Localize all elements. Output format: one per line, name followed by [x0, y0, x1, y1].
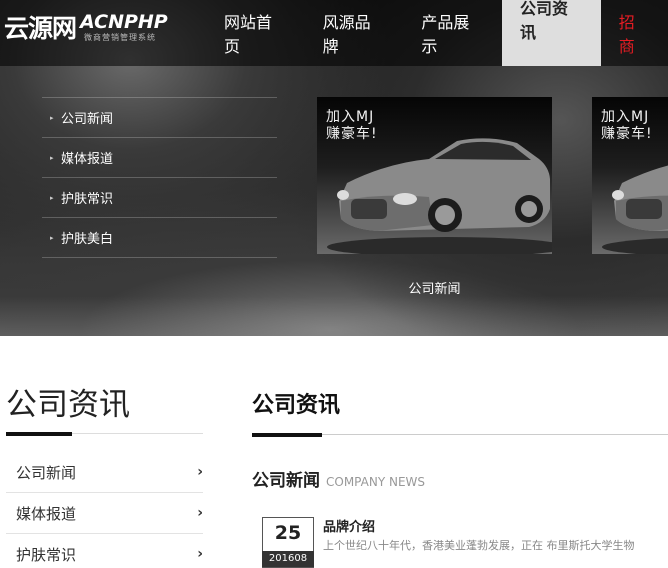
chevron-right-icon: › [197, 464, 203, 480]
slide-line1: 加入MJ [601, 109, 650, 125]
news-summary: 上个世纪八十年代，香港美业蓬勃发展，正在 布里斯托大学生物 [323, 539, 635, 552]
sidebar-item-company-news[interactable]: 公司新闻 › [6, 452, 203, 493]
nav-item-label: 产品展示 [421, 13, 470, 56]
sidebar-item-label: 媒体报道 [16, 504, 77, 523]
news-date: 25 201608 [262, 517, 314, 568]
news-date-day: 25 [274, 522, 302, 544]
hero-menu-item-skincare[interactable]: ▸ 护肤常识 [42, 178, 277, 218]
main-nav: 网站首页 风源品牌 产品展示 公司资讯 招商 [206, 0, 668, 66]
nav-item-label: 风源品牌 [322, 13, 371, 56]
hero-menu: ▸ 公司新闻 ▸ 媒体报道 ▸ 护肤常识 ▸ 护肤美白 [42, 97, 277, 258]
logo-en: ACNPHP [80, 11, 168, 33]
sidebar-item-media[interactable]: 媒体报道 › [6, 493, 203, 534]
nav-item-home[interactable]: 网站首页 [206, 0, 305, 66]
caret-right-icon: ▸ [50, 113, 54, 122]
slide-card[interactable]: 加入MJ 赚豪车! [592, 97, 668, 254]
hero-menu-item-media[interactable]: ▸ 媒体报道 [42, 138, 277, 178]
logo-subtitle: 微商营销管理系统 [84, 33, 157, 42]
news-title-link[interactable]: 品牌介绍 [323, 516, 375, 535]
nav-item-recruit[interactable]: 招商 [601, 0, 668, 66]
chevron-right-icon: › [197, 505, 203, 521]
logo[interactable]: 云源网 ACNPHP 微商营销管理系统 [4, 10, 168, 44]
hero-menu-label: 护肤常识 [61, 192, 114, 207]
logo-cn: 云源网 [4, 14, 77, 43]
hero-menu-item-whitening[interactable]: ▸ 护肤美白 [42, 218, 277, 258]
caret-right-icon: ▸ [50, 193, 54, 202]
slide-card[interactable]: 加入MJ 赚豪车! [317, 97, 552, 254]
sidebar-title: 公司资讯 [6, 387, 130, 423]
hero-menu-label: 媒体报道 [61, 152, 114, 167]
slide-line2: 赚豪车! [326, 126, 378, 142]
slide-text: 加入MJ 赚豪车! [601, 109, 653, 143]
section-title-cn: 公司新闻 [252, 471, 320, 491]
hero-menu-label: 护肤美白 [61, 232, 114, 247]
chevron-right-icon: › [197, 546, 203, 562]
section-title-en: COMPANY NEWS [326, 475, 426, 489]
slide-caption: 公司新闻 [408, 282, 461, 297]
nav-item-brand[interactable]: 风源品牌 [305, 0, 404, 66]
nav-item-label: 招商 [618, 13, 635, 56]
sidebar-menu: 公司新闻 › 媒体报道 › 护肤常识 › [6, 452, 203, 568]
sidebar-item-skincare[interactable]: 护肤常识 › [6, 534, 203, 568]
nav-item-label: 公司资讯 [520, 0, 569, 42]
caret-right-icon: ▸ [50, 153, 54, 162]
logo-en-wrap: ACNPHP 微商营销管理系统 [80, 13, 168, 44]
sidebar-item-label: 护肤常识 [16, 545, 77, 564]
page-title: 公司资讯 [252, 393, 341, 418]
nav-item-news[interactable]: 公司资讯 [502, 0, 601, 66]
hero-banner: 云源网 ACNPHP 微商营销管理系统 网站首页 风源品牌 产品展示 公司资讯 … [0, 0, 668, 336]
news-date-yearmonth: 201608 [262, 551, 314, 567]
sidebar-title-underline [6, 432, 72, 436]
main-title-underline [252, 433, 322, 437]
section-heading: 公司新闻 COMPANY NEWS [252, 466, 425, 491]
slide-line2: 赚豪车! [601, 126, 653, 142]
hero-menu-label: 公司新闻 [61, 112, 114, 127]
caret-right-icon: ▸ [50, 233, 54, 242]
nav-item-label: 网站首页 [224, 13, 273, 56]
slide-line1: 加入MJ [326, 109, 375, 125]
nav-item-products[interactable]: 产品展示 [403, 0, 502, 66]
slide-text: 加入MJ 赚豪车! [326, 109, 378, 143]
sidebar-item-label: 公司新闻 [16, 463, 77, 482]
hero-menu-item-company-news[interactable]: ▸ 公司新闻 [42, 98, 277, 138]
